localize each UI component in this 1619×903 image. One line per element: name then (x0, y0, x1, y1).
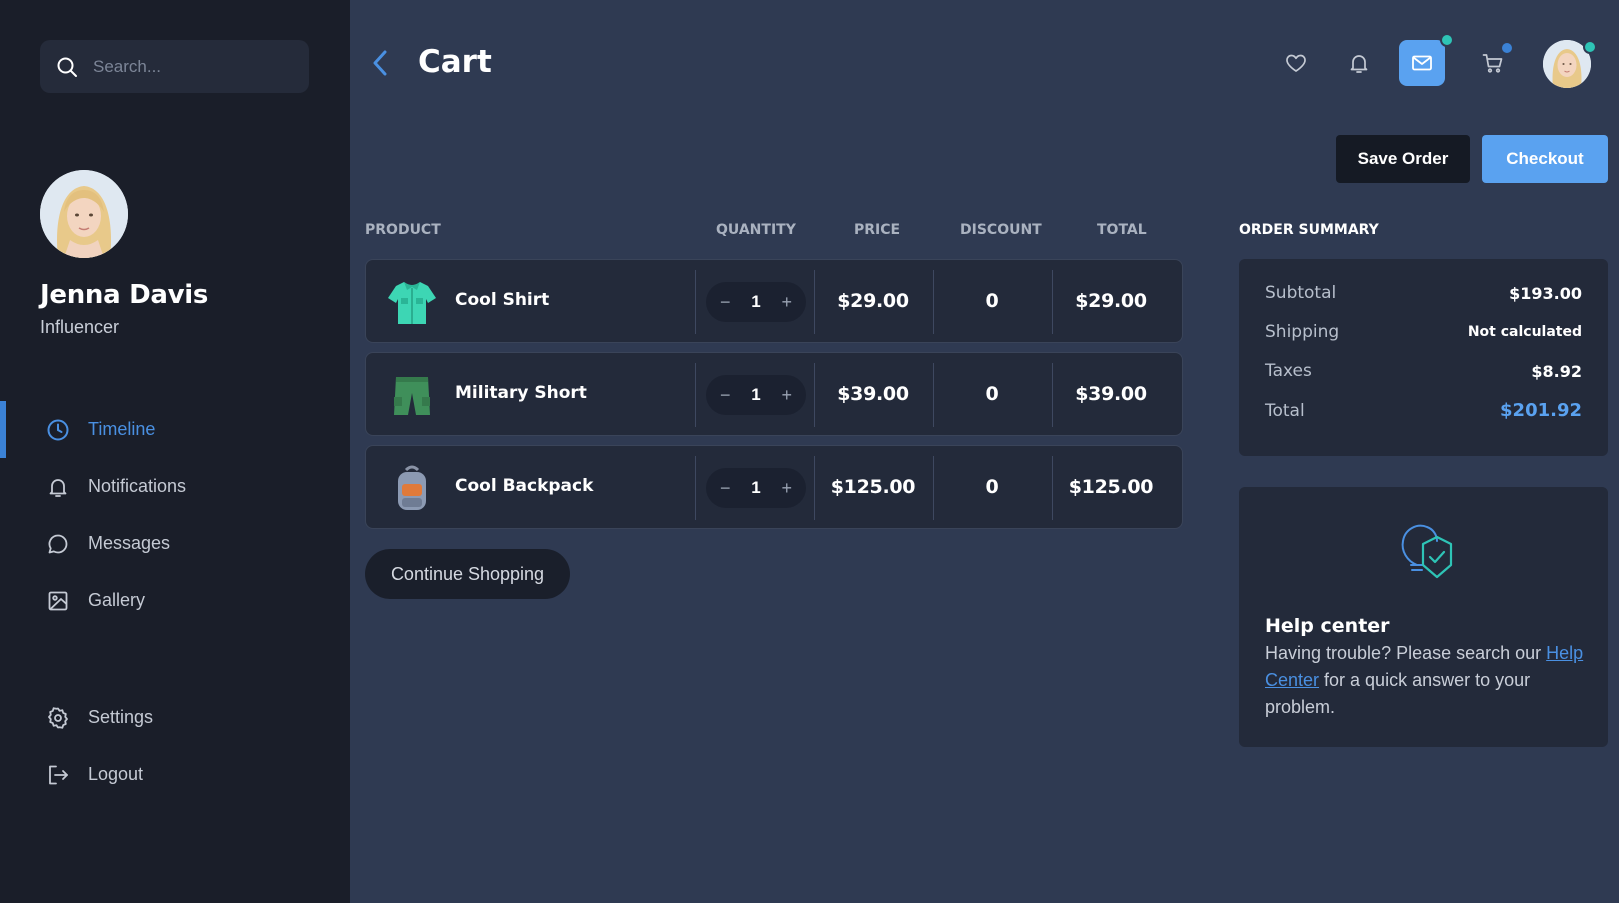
checkout-button[interactable]: Checkout (1482, 135, 1608, 183)
discount-cell: 0 (985, 476, 999, 498)
column-header-total: TOTAL (1097, 222, 1147, 238)
sidebar-item-label: Gallery (88, 590, 146, 610)
mail-badge (1440, 33, 1454, 47)
notifications-button[interactable] (1336, 40, 1382, 86)
cart-badge (1500, 41, 1514, 55)
price-cell: $125.00 (830, 476, 916, 498)
cart-row: Cool Backpack − 1 + $125.00 0 $125.00 (365, 445, 1183, 529)
quantity-value: 1 (751, 292, 761, 311)
total-cell: $125.00 (1068, 476, 1154, 498)
quantity-stepper[interactable]: − 1 + (706, 282, 806, 322)
column-header-price: PRICE (854, 222, 901, 238)
search-icon (57, 57, 77, 77)
mail-icon (1412, 55, 1432, 71)
discount-cell: 0 (985, 290, 999, 312)
increment-button[interactable]: + (781, 478, 792, 499)
sidebar-item-notifications[interactable]: Notifications (0, 458, 350, 515)
price-cell: $29.00 (837, 290, 909, 312)
search-bar[interactable] (40, 40, 309, 93)
page-title: Cart (418, 44, 492, 80)
heart-icon (1286, 54, 1306, 72)
discount-cell: 0 (985, 383, 999, 405)
sidebar-item-settings[interactable]: Settings (0, 689, 350, 746)
continue-shopping-button[interactable]: Continue Shopping (365, 549, 570, 599)
gear-icon (48, 706, 68, 729)
sidebar-item-label: Messages (88, 533, 171, 553)
bell-icon (49, 478, 67, 497)
sidebar-item-timeline[interactable]: Timeline (0, 401, 350, 458)
column-header-quantity: QUANTITY (716, 222, 796, 238)
total-value: $201.92 (1500, 400, 1582, 421)
subtotal-row: Subtotal $193.00 (1265, 283, 1582, 303)
shorts-icon (394, 377, 430, 415)
cart-row: Cool Shirt − 1 + $29.00 0 $29.00 (365, 259, 1183, 343)
product-name: Military Short (455, 383, 587, 403)
decrement-button[interactable]: − (720, 478, 731, 499)
taxes-row: Taxes $8.92 (1265, 361, 1582, 381)
help-text: Having trouble? Please search our Help C… (1265, 640, 1595, 721)
column-header-discount: DISCOUNT (960, 222, 1042, 238)
taxes-value: $8.92 (1531, 361, 1582, 381)
total-cell: $29.00 (1075, 290, 1147, 312)
quantity-value: 1 (751, 385, 761, 404)
help-shield-icon (1401, 524, 1453, 579)
messages-button[interactable] (1399, 40, 1445, 86)
quantity-stepper[interactable]: − 1 + (706, 468, 806, 508)
clock-icon (47, 419, 69, 440)
profile-avatar (40, 170, 128, 258)
sidebar: Jenna Davis Influencer Timeline Notifica… (0, 0, 350, 903)
order-summary-title: ORDER SUMMARY (1239, 222, 1379, 238)
taxes-label: Taxes (1265, 361, 1312, 381)
wishlist-button[interactable] (1273, 40, 1319, 86)
sidebar-nav: Timeline Notifications Messages Gallery (0, 401, 350, 629)
sidebar-item-gallery[interactable]: Gallery (0, 572, 350, 629)
shipping-value: Not calculated (1467, 324, 1582, 340)
decrement-button[interactable]: − (720, 292, 731, 313)
chevron-left-icon (373, 50, 387, 76)
sidebar-item-logout[interactable]: Logout (0, 746, 350, 803)
total-cell: $39.00 (1075, 383, 1147, 405)
sidebar-item-label: Notifications (88, 476, 187, 496)
decrement-button[interactable]: − (720, 385, 731, 406)
help-title: Help center (1265, 615, 1390, 637)
sidebar-bottom-nav: Settings Logout (0, 689, 350, 803)
shipping-label: Shipping (1265, 322, 1340, 342)
subtotal-label: Subtotal (1265, 283, 1337, 303)
back-button[interactable] (368, 48, 394, 78)
bell-icon (1350, 55, 1368, 73)
quantity-stepper[interactable]: − 1 + (706, 375, 806, 415)
sidebar-item-label: Settings (88, 707, 154, 727)
search-input[interactable] (93, 56, 293, 77)
save-order-button[interactable]: Save Order (1336, 135, 1470, 183)
shipping-row: Shipping Not calculated (1265, 322, 1582, 342)
logout-icon (49, 765, 68, 784)
subtotal-value: $193.00 (1509, 283, 1582, 303)
image-icon (48, 591, 68, 610)
increment-button[interactable]: + (781, 385, 792, 406)
order-summary-card: Subtotal $193.00 Shipping Not calculated… (1239, 259, 1608, 456)
increment-button[interactable]: + (781, 292, 792, 313)
total-label: Total (1265, 400, 1305, 421)
help-center-card: Help center Having trouble? Please searc… (1239, 487, 1608, 747)
total-row: Total $201.92 (1265, 400, 1582, 421)
price-cell: $39.00 (837, 383, 909, 405)
backpack-icon (398, 465, 426, 510)
column-header-product: PRODUCT (365, 222, 441, 238)
product-name: Cool Shirt (455, 290, 550, 310)
online-status-badge (1583, 40, 1597, 54)
cart-row: Military Short − 1 + $39.00 0 $39.00 (365, 352, 1183, 436)
chat-icon (48, 534, 68, 553)
product-name: Cool Backpack (455, 476, 594, 496)
help-text-start: Having trouble? Please search our (1265, 643, 1547, 663)
shirt-icon (388, 282, 436, 324)
quantity-value: 1 (751, 478, 761, 497)
sidebar-item-label: Logout (88, 764, 144, 784)
sidebar-item-label: Timeline (88, 419, 156, 439)
profile-name: Jenna Davis (40, 280, 209, 310)
sidebar-item-messages[interactable]: Messages (0, 515, 350, 572)
profile-role: Influencer (40, 317, 120, 337)
cart-icon (1482, 54, 1503, 73)
